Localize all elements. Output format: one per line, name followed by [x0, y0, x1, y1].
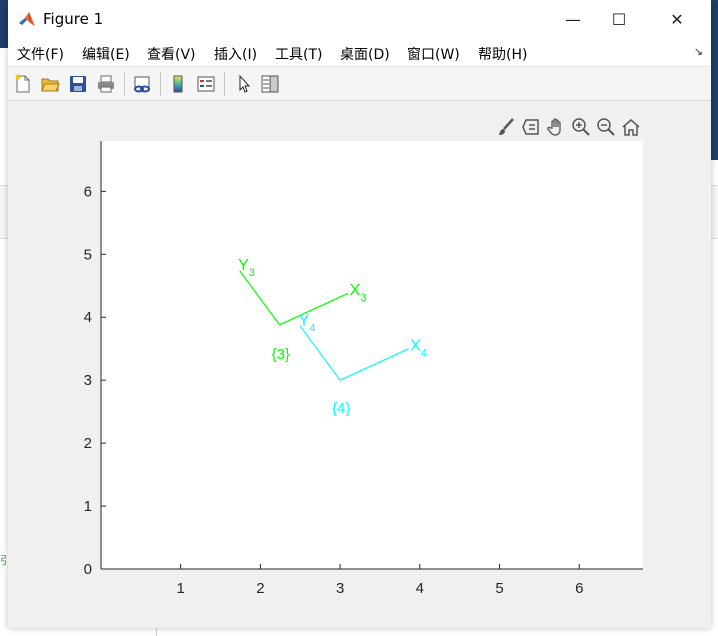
menu-window[interactable]: 窗口(W)	[407, 44, 460, 64]
toolbar-separator	[224, 72, 225, 96]
property-inspector-icon[interactable]	[258, 72, 282, 96]
menu-edit[interactable]: 编辑(E)	[82, 44, 130, 64]
brush-icon[interactable]	[494, 116, 518, 138]
menu-insert[interactable]: 插入(I)	[214, 44, 257, 64]
background-window-edge	[0, 0, 8, 48]
menu-view[interactable]: 查看(V)	[147, 44, 196, 64]
menu-tools[interactable]: 工具(T)	[275, 44, 322, 64]
figure-toolbar	[8, 67, 711, 101]
window-title: Figure 1	[43, 10, 104, 28]
link-plot-icon[interactable]	[130, 72, 154, 96]
toolbar-separator	[124, 72, 125, 96]
toolbar-separator	[160, 72, 161, 96]
menu-desktop[interactable]: 桌面(D)	[340, 44, 390, 64]
save-icon[interactable]	[66, 72, 90, 96]
maximize-button[interactable]: ☐	[596, 4, 642, 34]
legend-icon[interactable]	[194, 72, 218, 96]
zoom-out-icon[interactable]	[594, 116, 618, 138]
zoom-in-icon[interactable]	[569, 116, 593, 138]
pan-icon[interactable]	[544, 116, 568, 138]
menu-help[interactable]: 帮助(H)	[478, 44, 527, 64]
colorbar-icon[interactable]	[166, 72, 190, 96]
title-bar[interactable]: Figure 1 — ☐ ✕	[8, 0, 711, 38]
menu-file[interactable]: 文件(F)	[17, 44, 64, 64]
menu-dock-arrow-icon[interactable]: ↘	[694, 45, 703, 58]
plot-axes[interactable]	[101, 141, 643, 569]
print-icon[interactable]	[94, 72, 118, 96]
open-file-icon[interactable]	[38, 72, 62, 96]
pointer-icon[interactable]	[232, 72, 256, 96]
data-tip-icon[interactable]	[519, 116, 543, 138]
background-window-edge-right	[711, 0, 718, 160]
minimize-button[interactable]: —	[550, 4, 596, 34]
matlab-logo-icon	[19, 12, 35, 26]
menu-bar: 文件(F) 编辑(E) 查看(V) 插入(I) 工具(T) 桌面(D) 窗口(W…	[8, 38, 711, 67]
home-icon[interactable]	[619, 116, 643, 138]
close-button[interactable]: ✕	[654, 4, 700, 34]
new-figure-icon[interactable]	[11, 72, 35, 96]
